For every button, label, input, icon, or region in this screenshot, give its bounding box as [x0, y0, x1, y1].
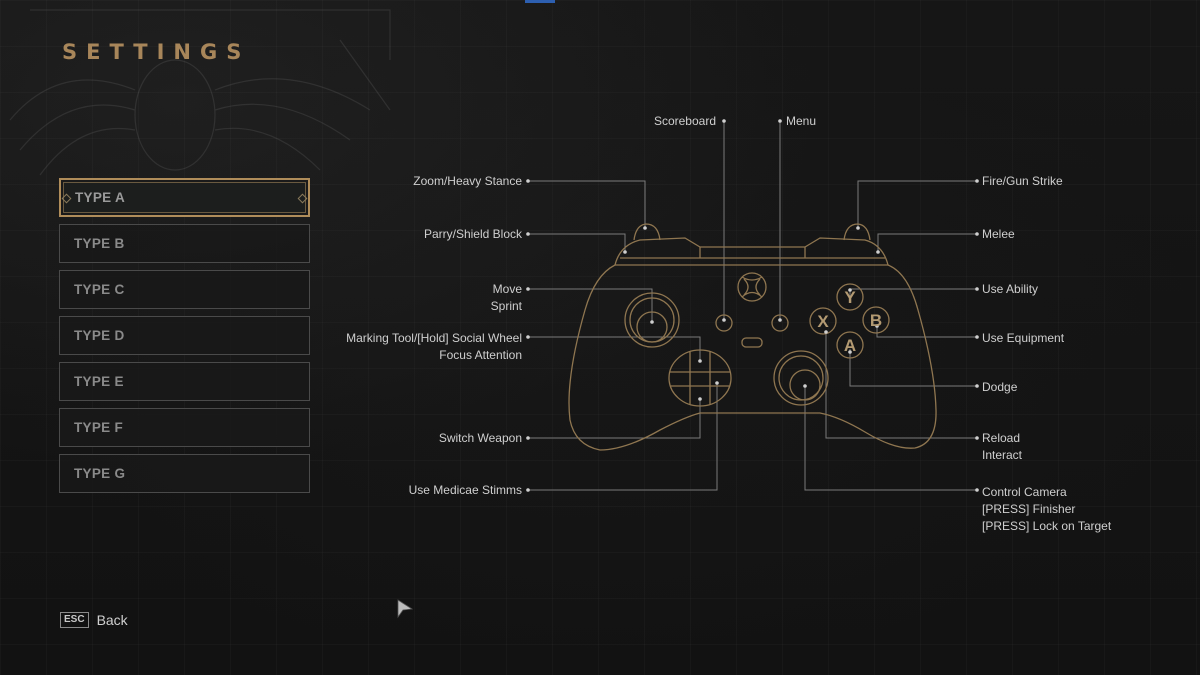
back-label: Back [96, 612, 128, 628]
binding-left-bumper: Parry/Shield Block [423, 227, 522, 241]
binding-left-stick: Move Sprint [490, 282, 522, 313]
binding-a-button: Dodge [982, 380, 1018, 394]
binding-y-button: Use Ability [982, 282, 1039, 296]
back-button[interactable]: ESC Back [60, 612, 128, 628]
b-button-label: B [870, 311, 882, 330]
binding-dpad-up: Marking Tool/[Hold] Social Wheel Focus A… [346, 331, 522, 362]
binding-right-trigger: Fire/Gun Strike [982, 174, 1063, 188]
a-button-label: A [844, 336, 856, 355]
binding-left-trigger: Zoom/Heavy Stance [413, 174, 522, 188]
mouse-cursor-icon [397, 599, 414, 619]
binding-right-stick: Control Camera [PRESS] Finisher [PRESS] … [982, 485, 1112, 533]
binding-dpad-down: Switch Weapon [438, 431, 522, 445]
binding-x-button: Reload Interact [982, 431, 1023, 462]
x-button-label: X [817, 312, 829, 331]
binding-dpad-right: Use Medicae Stimms [408, 483, 522, 497]
binding-b-button: Use Equipment [982, 331, 1065, 345]
esc-key-icon: ESC [60, 612, 89, 628]
leader-dots [526, 119, 979, 492]
leader-lines [528, 121, 977, 491]
binding-view-button: Scoreboard [653, 114, 716, 128]
binding-menu-button: Menu [786, 114, 817, 128]
binding-right-bumper: Melee [982, 227, 1015, 241]
y-button-label: Y [844, 288, 856, 307]
